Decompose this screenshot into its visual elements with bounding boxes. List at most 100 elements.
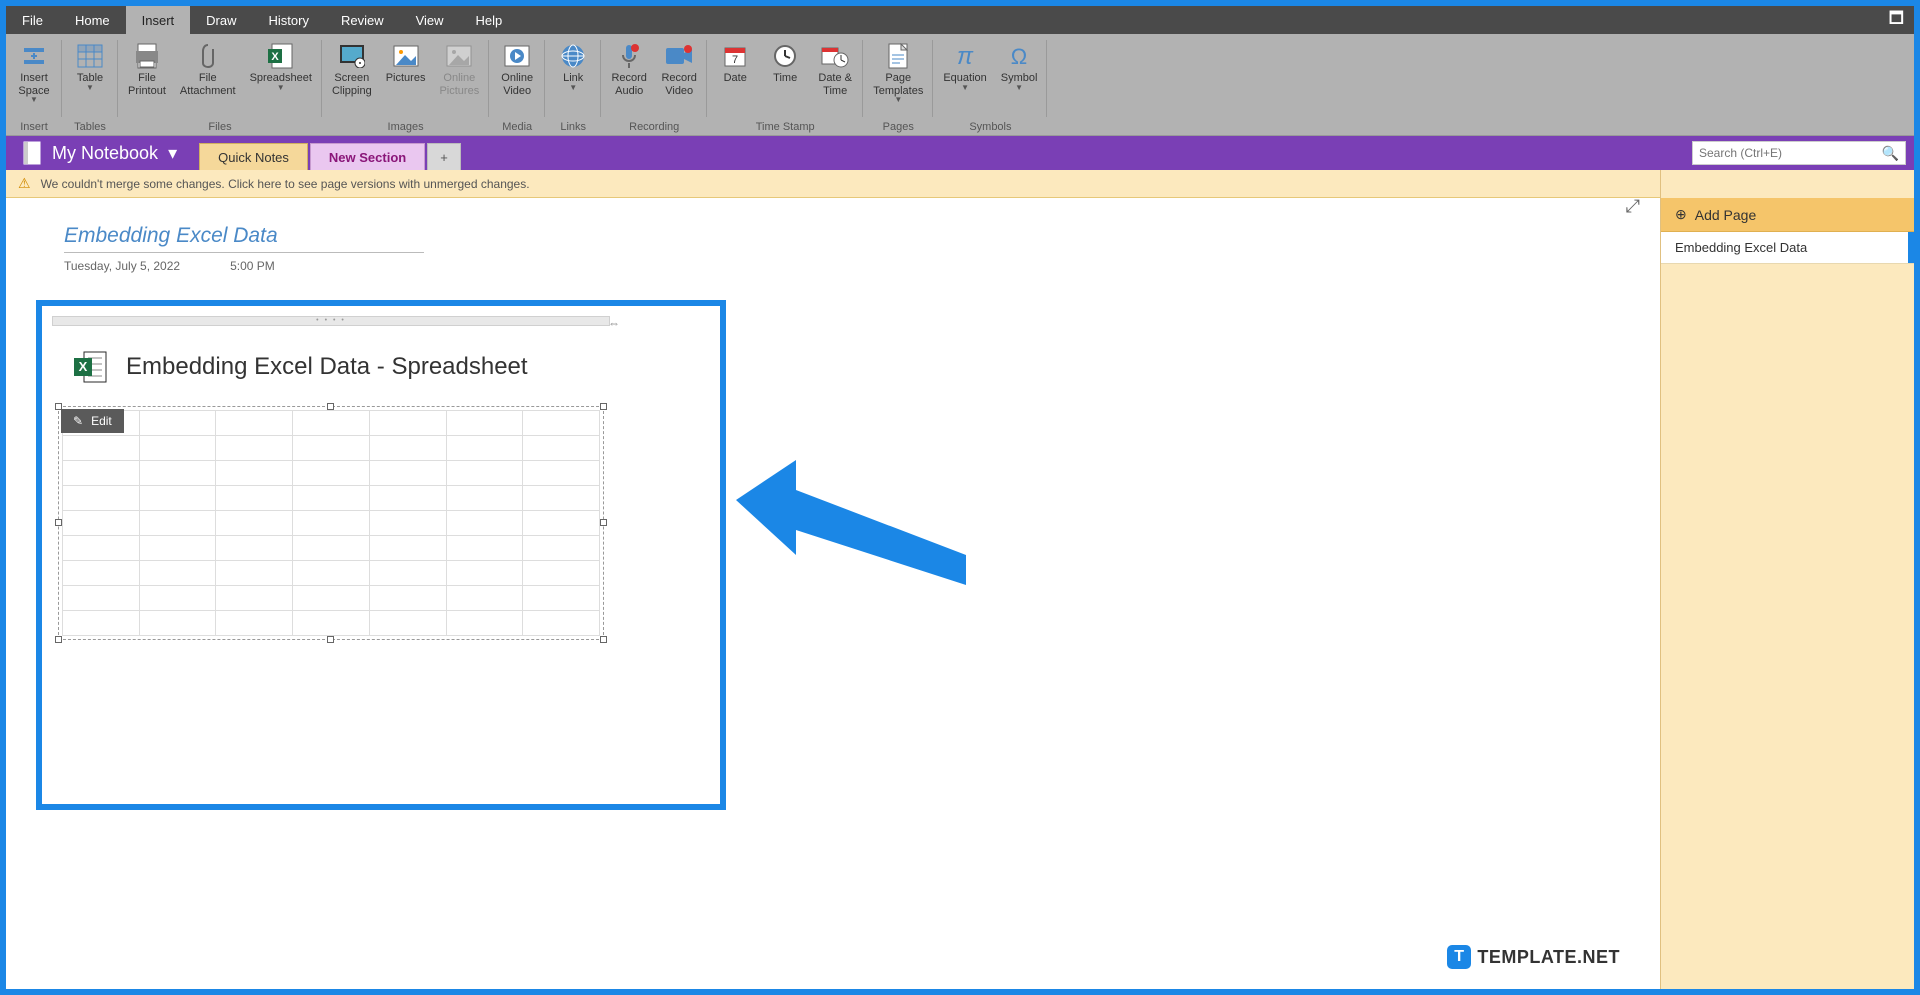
- menu-insert[interactable]: Insert: [126, 6, 191, 34]
- ribbon-group-label: Insert: [6, 121, 62, 133]
- menubar: File Home Insert Draw History Review Vie…: [6, 6, 1914, 34]
- excel-icon: X: [74, 350, 108, 384]
- ribbon-button-equation[interactable]: πEquation▼: [939, 40, 990, 94]
- notebook-selector[interactable]: My Notebook ▾: [6, 136, 193, 170]
- ribbon-button-page-templates[interactable]: PageTemplates▼: [869, 40, 927, 106]
- page-panel: ⊕ Add Page Embedding Excel Data: [1660, 170, 1914, 989]
- ribbon-button-link[interactable]: Link▼: [551, 40, 595, 94]
- chevron-down-icon: ▼: [1015, 83, 1023, 92]
- ribbon-icon: [392, 42, 420, 70]
- ribbon-button-label: InsertSpace: [18, 72, 49, 97]
- ribbon-button-label: OnlineVideo: [501, 72, 533, 97]
- menu-file[interactable]: File: [6, 6, 59, 34]
- search-input[interactable]: [1699, 146, 1882, 160]
- ribbon-button-table[interactable]: Table▼: [68, 40, 112, 94]
- spreadsheet-selection[interactable]: ✎ Edit: [58, 406, 604, 640]
- ribbon-group: OnlineVideo Media: [489, 34, 545, 135]
- ribbon-group-label: Links: [545, 121, 601, 133]
- resize-handle[interactable]: [327, 403, 334, 410]
- ribbon-button-symbol[interactable]: ΩSymbol▼: [997, 40, 1042, 94]
- container-resize-icon[interactable]: ⇔: [608, 316, 620, 330]
- tab-add-section[interactable]: +: [427, 143, 461, 171]
- ribbon-icon: [821, 42, 849, 70]
- resize-handle[interactable]: [55, 636, 62, 643]
- ribbon-button-spreadsheet[interactable]: XSpreadsheet▼: [246, 40, 316, 94]
- notebook-icon: [22, 141, 42, 165]
- menu-history[interactable]: History: [253, 6, 325, 34]
- resize-handle[interactable]: [55, 519, 62, 526]
- tab-quick-notes[interactable]: Quick Notes: [199, 143, 308, 171]
- ribbon-icon: [771, 42, 799, 70]
- resize-handle[interactable]: [600, 403, 607, 410]
- expand-icon[interactable]: ⤢: [1626, 196, 1640, 217]
- warning-icon: ⚠: [18, 175, 31, 192]
- ribbon-group-label: Media: [489, 121, 545, 133]
- svg-text:7: 7: [732, 54, 738, 66]
- ribbon-button-pictures[interactable]: Pictures: [382, 40, 430, 87]
- ribbon-button-record-audio[interactable]: RecordAudio: [607, 40, 651, 99]
- pencil-icon: ✎: [73, 414, 83, 428]
- resize-handle[interactable]: [600, 519, 607, 526]
- ribbon-icon: 7: [721, 42, 749, 70]
- ribbon-button-file-printout[interactable]: FilePrintout: [124, 40, 170, 99]
- menu-view[interactable]: View: [400, 6, 460, 34]
- edit-button[interactable]: ✎ Edit: [61, 409, 124, 433]
- ribbon-button-label: Date: [724, 72, 747, 85]
- ribbon-group: PageTemplates▼Pages: [863, 34, 933, 135]
- ribbon-button-label: Pictures: [386, 72, 426, 85]
- chevron-down-icon: ▼: [894, 95, 902, 104]
- ribbon-group-label: Recording: [601, 121, 707, 133]
- resize-handle[interactable]: [600, 636, 607, 643]
- spreadsheet-grid[interactable]: [62, 410, 600, 636]
- ribbon-icon: Ω: [1005, 42, 1033, 70]
- ribbon-group-label: Images: [322, 121, 489, 133]
- ribbon-group-label: Time Stamp: [707, 121, 863, 133]
- menu-home[interactable]: Home: [59, 6, 126, 34]
- ribbon-button-label: FilePrintout: [128, 72, 166, 97]
- ribbon-icon: [338, 42, 366, 70]
- ribbon-group: FilePrintoutFileAttachmentXSpreadsheet▼F…: [118, 34, 322, 135]
- merge-warning-bar[interactable]: ⚠ We couldn't merge some changes. Click …: [6, 170, 1660, 198]
- tab-new-section[interactable]: New Section: [310, 143, 425, 171]
- ribbon-button-record-video[interactable]: RecordVideo: [657, 40, 701, 99]
- ribbon-icon: [20, 42, 48, 70]
- ribbon-icon: X: [267, 42, 295, 70]
- ribbon-button-label: Date &Time: [818, 72, 852, 97]
- merge-warning-text: We couldn't merge some changes. Click he…: [41, 177, 530, 191]
- container-drag-handle[interactable]: • • • •: [52, 316, 610, 326]
- ribbon-button-label: FileAttachment: [180, 72, 236, 97]
- svg-text:X: X: [79, 359, 88, 374]
- chevron-down-icon: ▼: [569, 83, 577, 92]
- ribbon-button-online-video[interactable]: OnlineVideo: [495, 40, 539, 99]
- ribbon-button-online-pictures: OnlinePictures: [435, 40, 483, 99]
- ribbon-icon: [884, 42, 912, 70]
- ribbon-button-date-&-time[interactable]: Date &Time: [813, 40, 857, 99]
- ribbon-group: Link▼ Links: [545, 34, 601, 135]
- add-page-button[interactable]: ⊕ Add Page: [1661, 198, 1914, 232]
- menu-draw[interactable]: Draw: [190, 6, 252, 34]
- ribbon-button-file-attachment[interactable]: FileAttachment: [176, 40, 240, 99]
- watermark: T TEMPLATE.NET: [1447, 945, 1620, 969]
- menu-help[interactable]: Help: [460, 6, 519, 34]
- page-title[interactable]: Embedding Excel Data: [64, 224, 1660, 248]
- page-canvas: ⚠ We couldn't merge some changes. Click …: [6, 170, 1660, 989]
- ribbon-button-date[interactable]: 7 Date: [713, 40, 757, 87]
- ribbon-button-label: ScreenClipping: [332, 72, 372, 97]
- search-box[interactable]: 🔍: [1692, 141, 1906, 165]
- window-control-icon[interactable]: 🗖: [1879, 6, 1914, 34]
- ribbon-icon: [559, 42, 587, 70]
- menu-review[interactable]: Review: [325, 6, 400, 34]
- ribbon-button-screen-clipping[interactable]: ScreenClipping: [328, 40, 376, 99]
- ribbon-icon: [503, 42, 531, 70]
- page-list-item[interactable]: Embedding Excel Data: [1661, 232, 1914, 264]
- chevron-down-icon: ▼: [86, 83, 94, 92]
- resize-handle[interactable]: [327, 636, 334, 643]
- ribbon-group: 7 Date Time Date &Time Time Stamp: [707, 34, 863, 135]
- ribbon-button-time[interactable]: Time: [763, 40, 807, 87]
- add-page-label: Add Page: [1695, 207, 1757, 223]
- ribbon-button-label: RecordAudio: [611, 72, 646, 97]
- page-timestamp: Tuesday, July 5, 2022 5:00 PM: [64, 259, 1660, 273]
- ribbon-icon: [133, 42, 161, 70]
- search-icon[interactable]: 🔍: [1882, 145, 1899, 162]
- ribbon-button-insert-space[interactable]: InsertSpace▼: [12, 40, 56, 106]
